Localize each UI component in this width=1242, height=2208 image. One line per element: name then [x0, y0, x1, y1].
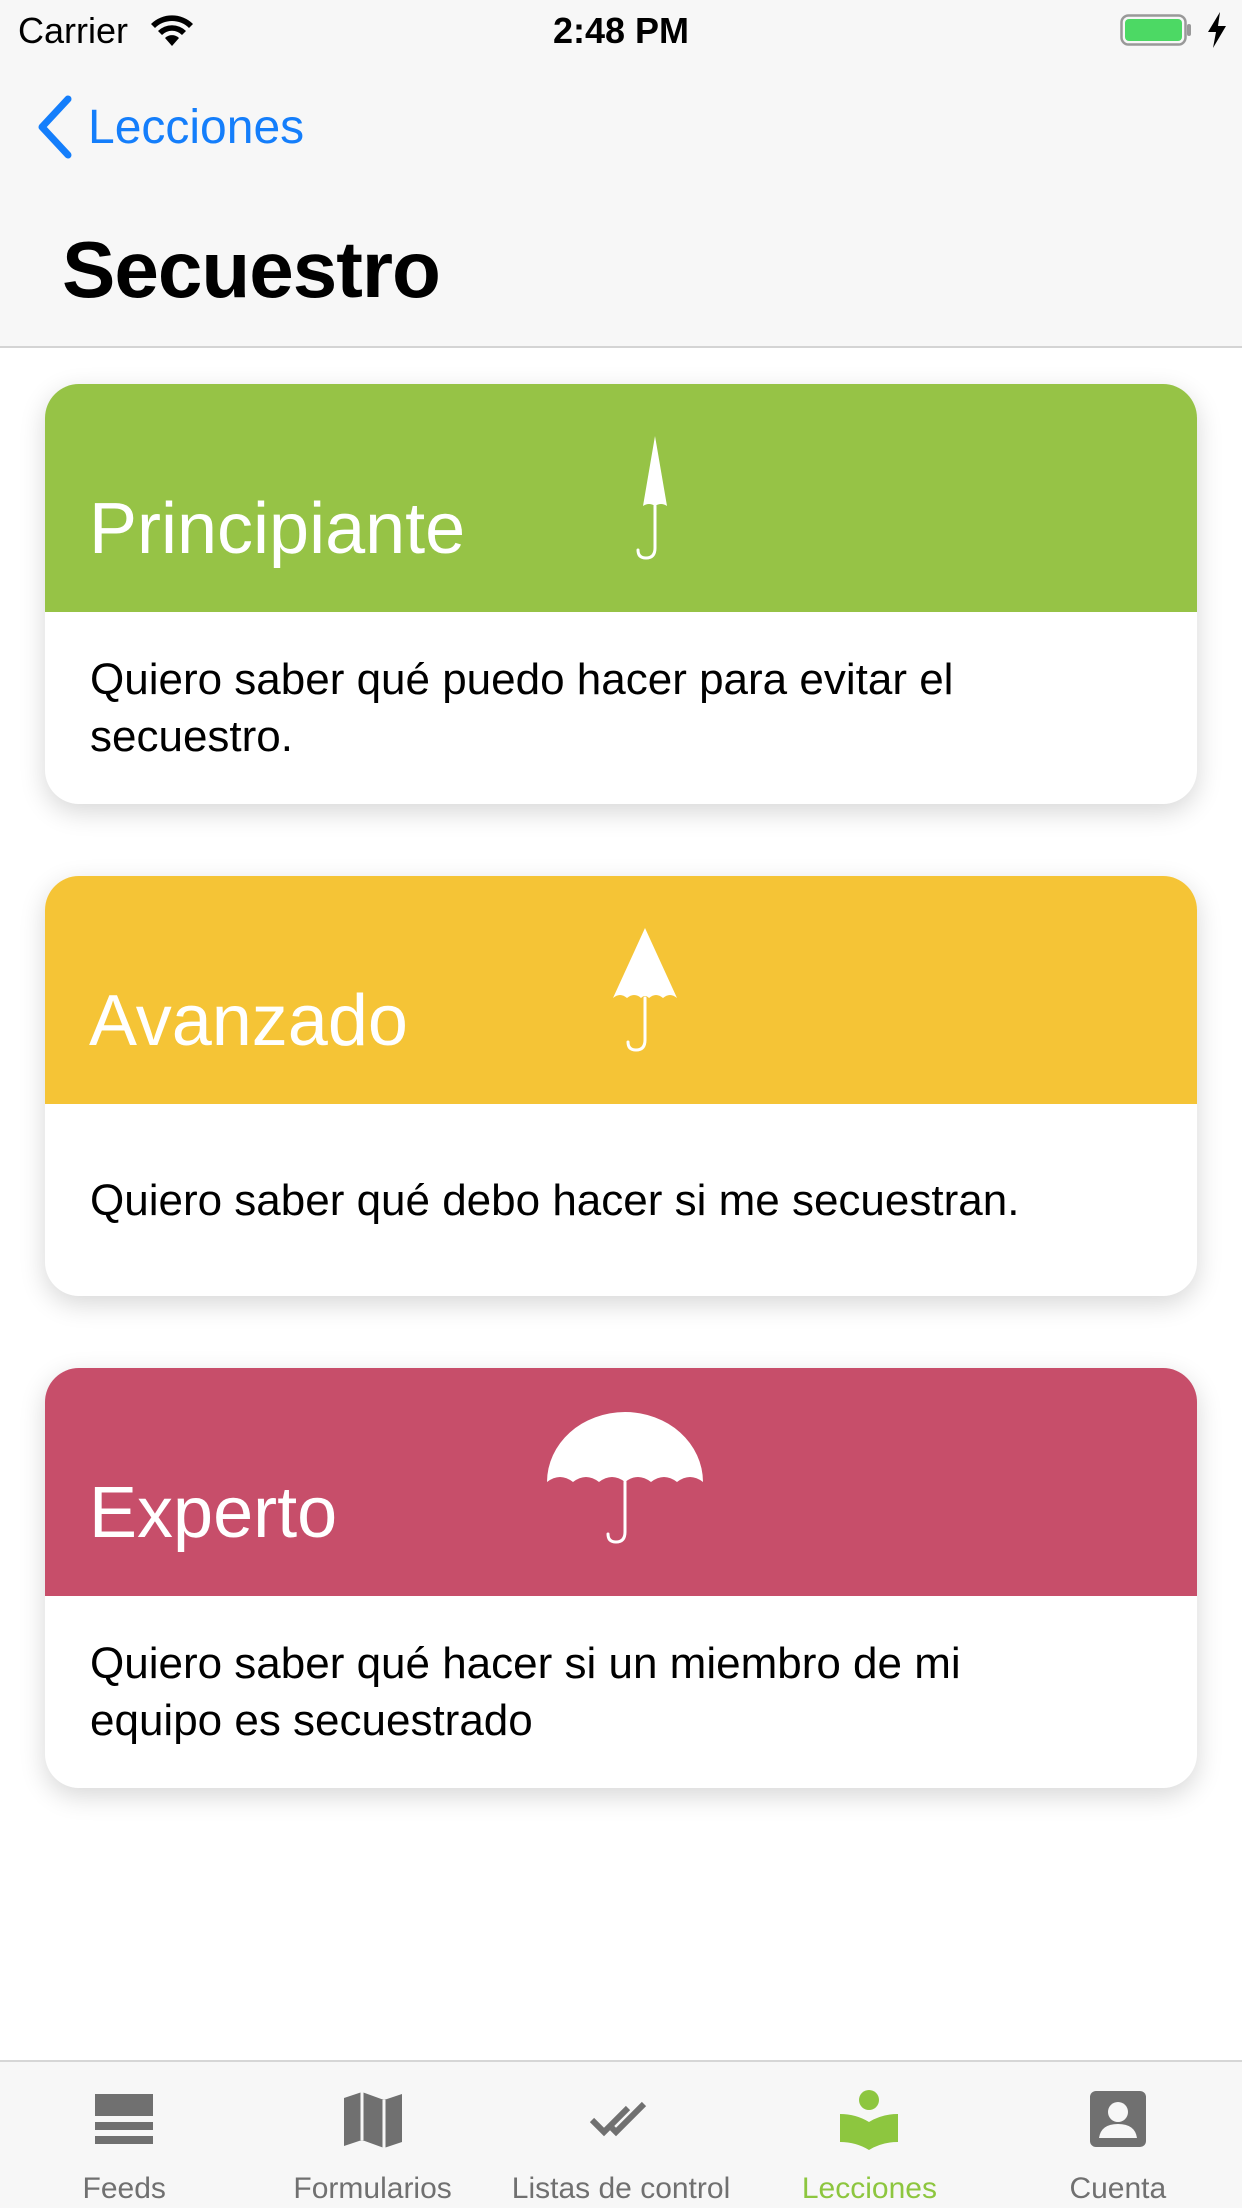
lesson-card-principiante[interactable]: Principiante Quiero saber qué puedo hace…	[45, 384, 1197, 804]
chevron-left-icon	[38, 95, 72, 159]
card-level-title: Avanzado	[89, 981, 408, 1061]
tab-label: Cuenta	[1069, 2172, 1167, 2205]
tab-lecciones[interactable]: Lecciones	[745, 2062, 993, 2208]
map-icon	[343, 2092, 402, 2148]
tab-label: Lecciones	[801, 2172, 937, 2205]
lesson-card-avanzado[interactable]: Avanzado Quiero saber qué debo hacer si …	[45, 876, 1197, 1296]
tab-formularios[interactable]: Formularios	[248, 2062, 496, 2208]
card-body: Quiero saber qué debo hacer si me secues…	[90, 1104, 1037, 1296]
back-button[interactable]: Lecciones	[36, 92, 304, 162]
lesson-card-experto[interactable]: Experto Quiero saber qué hacer si un mie…	[45, 1368, 1197, 1788]
page-title: Secuestro	[62, 225, 441, 314]
card-description: Quiero saber qué puedo hacer para evitar…	[90, 655, 954, 761]
umbrella-closed-icon	[636, 436, 667, 560]
charging-bolt-icon	[1208, 12, 1226, 48]
back-button-label: Lecciones	[88, 100, 305, 154]
card-level-title: Experto	[89, 1473, 338, 1553]
tab-listas-de-control[interactable]: Listas de control	[497, 2062, 745, 2208]
tab-label: Feeds	[82, 2172, 166, 2205]
umbrella-open-icon	[547, 1412, 703, 1544]
card-body: Quiero saber qué hacer si un miembro de …	[90, 1596, 1037, 1788]
status-bar: Carrier 2:48 PM	[0, 0, 1242, 60]
clock: 2:48 PM	[552, 10, 690, 51]
umbrella-half-open-icon	[613, 928, 677, 1052]
navigation-bar: Lecciones Secuestro	[0, 60, 1242, 348]
double-check-icon	[590, 2101, 647, 2137]
battery-icon	[1120, 14, 1191, 46]
card-level-title: Principiante	[89, 489, 466, 569]
tab-bar: Feeds Formularios Listas de control Lecc…	[0, 2060, 1242, 2208]
card-description: Quiero saber qué debo hacer si me secues…	[90, 1175, 1020, 1225]
tab-label: Formularios	[293, 2172, 452, 2205]
card-body: Quiero saber qué puedo hacer para evitar…	[90, 612, 1037, 804]
feeds-icon	[95, 2094, 154, 2144]
card-header: Avanzado	[45, 876, 1197, 1104]
card-description: Quiero saber qué hacer si un miembro de …	[90, 1639, 961, 1745]
card-header: Principiante	[45, 384, 1197, 612]
tab-cuenta[interactable]: Cuenta	[994, 2062, 1242, 2208]
account-icon	[1089, 2091, 1146, 2147]
tab-label: Listas de control	[511, 2172, 731, 2205]
reader-book-icon	[840, 2090, 899, 2150]
card-header: Experto	[45, 1368, 1197, 1596]
tab-feeds[interactable]: Feeds	[0, 2062, 248, 2208]
lesson-level-list: Principiante Quiero saber qué puedo hace…	[0, 350, 1242, 1825]
